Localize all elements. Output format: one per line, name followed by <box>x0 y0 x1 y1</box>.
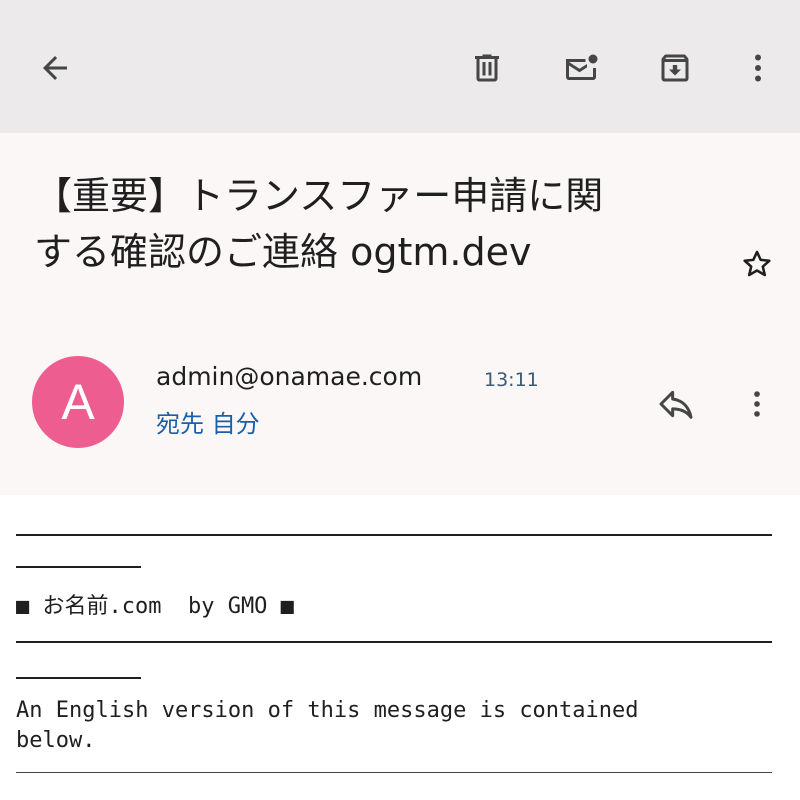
star-outline-icon <box>743 250 771 277</box>
subject-line-1: 【重要】トランスファー申請に関 <box>34 174 604 218</box>
delete-button[interactable] <box>459 40 515 96</box>
message-time: 13:11 <box>484 369 539 391</box>
more-vert-icon <box>755 54 761 82</box>
recipient-details-toggle[interactable]: 宛先 自分 <box>156 404 260 439</box>
back-button[interactable] <box>27 40 83 96</box>
top-app-bar <box>0 0 800 133</box>
star-button[interactable] <box>735 242 779 286</box>
mail-unread-icon <box>566 54 598 80</box>
mark-unread-button[interactable] <box>553 40 609 96</box>
archive-button[interactable] <box>647 40 703 96</box>
more-options-button[interactable] <box>730 40 786 96</box>
divider-line <box>16 677 141 679</box>
english-notice-line-2: below. <box>16 728 96 753</box>
trash-icon <box>475 54 499 82</box>
reply-button[interactable] <box>650 378 702 430</box>
reply-icon <box>659 390 693 419</box>
email-subject: 【重要】トランスファー申請に関 する確認のご連絡 ogtm.dev <box>34 168 714 280</box>
sender-email[interactable]: admin@onamae.com <box>156 362 422 391</box>
sender-avatar[interactable]: A <box>32 356 124 448</box>
divider-line <box>16 641 772 643</box>
arrow-left-icon <box>43 56 67 80</box>
more-vert-icon <box>754 391 760 417</box>
divider-line <box>16 534 772 536</box>
divider-line <box>16 566 141 568</box>
brand-line: ■ お名前.com by GMO ■ <box>16 594 294 619</box>
subject-line-2: する確認のご連絡 ogtm.dev <box>34 230 532 274</box>
message-body <box>0 495 800 800</box>
divider-line <box>16 772 772 773</box>
archive-icon <box>661 54 689 82</box>
message-more-button[interactable] <box>734 378 780 430</box>
english-notice-line-1: An English version of this message is co… <box>16 698 639 723</box>
